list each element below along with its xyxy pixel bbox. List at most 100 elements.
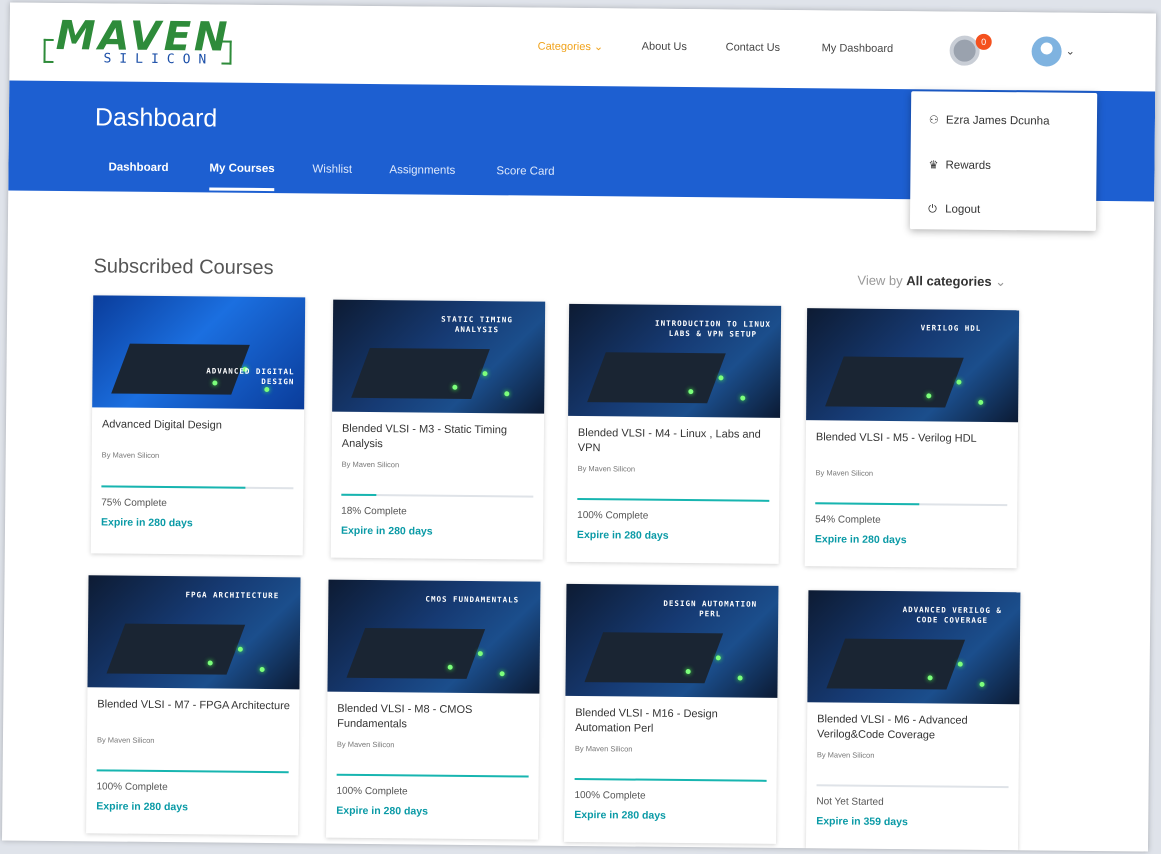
chip-graphic (351, 347, 490, 399)
nav-about-us[interactable]: About Us (642, 41, 687, 61)
course-card[interactable]: INTRODUCTION TO LINUX LABS & VPN SETUP B… (566, 303, 782, 564)
tab-wishlist[interactable]: Wishlist (312, 163, 352, 193)
led-graphic (737, 675, 743, 681)
nav-categories[interactable]: Categories ⌄ (538, 40, 604, 61)
led-graphic (207, 660, 213, 666)
course-card[interactable]: ADVANCED VERILOG & CODE COVERAGE Blended… (805, 590, 1021, 851)
course-title[interactable]: Blended VLSI - M5 - Verilog HDL (816, 430, 1012, 447)
course-status: 100% Complete (336, 785, 408, 798)
progress-fill (336, 773, 529, 778)
menu-item-profile[interactable]: ⚇ Ezra James Dcunha (929, 113, 1050, 127)
course-thumbnail[interactable]: ADVANCED DIGITAL DESIGN (92, 295, 306, 410)
led-graphic (926, 393, 932, 399)
nav-categories-label: Categories (537, 40, 591, 54)
avatar[interactable] (1031, 36, 1062, 67)
course-thumbnail-title: INTRODUCTION TO LINUX LABS & VPN SETUP (655, 318, 771, 339)
nav-contact-us[interactable]: Contact Us (726, 41, 781, 62)
led-graphic (452, 384, 458, 390)
chevron-down-icon: ⌄ (995, 273, 1007, 290)
nav-my-dashboard[interactable]: My Dashboard (822, 42, 894, 63)
course-thumbnail[interactable]: ADVANCED VERILOG & CODE COVERAGE (807, 590, 1021, 705)
course-title[interactable]: Blended VLSI - M7 - FPGA Architecture (97, 697, 293, 714)
user-icon: ⚇ (928, 114, 939, 127)
browser-screen: MAVEN SILICON Categories ⌄ About Us Cont… (2, 2, 1156, 852)
chip-graphic (826, 638, 966, 690)
trophy-icon: ♛ (928, 159, 939, 172)
tab-score-card[interactable]: Score Card (496, 165, 554, 196)
site-header: MAVEN SILICON Categories ⌄ About Us Cont… (9, 2, 1156, 92)
course-title[interactable]: Advanced Digital Design (102, 417, 298, 434)
menu-item-logout[interactable]: ⏻ Logout (928, 203, 980, 217)
user-menu-dropdown: ⚇ Ezra James Dcunha ♛ Rewards ⏻ Logout (909, 91, 1098, 231)
maven-silicon-logo[interactable]: MAVEN SILICON (43, 13, 234, 71)
led-graphic (688, 389, 694, 395)
course-status: 54% Complete (815, 514, 881, 526)
course-thumbnail-title: STATIC TIMING ANALYSIS (441, 314, 513, 335)
led-graphic (956, 379, 962, 385)
course-thumbnail[interactable]: FPGA ARCHITECTURE (87, 575, 301, 690)
led-graphic (504, 391, 510, 397)
course-title[interactable]: Blended VLSI - M16 - Design Automation P… (575, 706, 771, 738)
chip-graphic (584, 632, 724, 684)
led-graphic (978, 399, 984, 405)
course-card[interactable]: STATIC TIMING ANALYSIS Blended VLSI - M3… (330, 299, 546, 560)
tab-assignments[interactable]: Assignments (389, 164, 455, 195)
led-graphic (715, 655, 721, 661)
progress-fill (577, 497, 770, 502)
chevron-down-icon[interactable]: ⌄ (1066, 45, 1075, 58)
led-graphic (259, 666, 265, 672)
course-thumbnail-title: CMOS FUNDAMENTALS (425, 594, 520, 605)
view-by-filter[interactable]: View by All categories ⌄ (857, 273, 1006, 290)
course-expiry: Expire in 359 days (816, 815, 908, 829)
progress-bar (96, 769, 289, 774)
tab-my-courses[interactable]: My Courses (209, 162, 274, 193)
led-graphic (718, 375, 724, 381)
progress-bar (341, 493, 534, 498)
course-expiry: Expire in 280 days (336, 804, 428, 818)
led-graphic (447, 664, 453, 670)
led-graphic (482, 371, 488, 377)
view-by-label: View by (857, 272, 903, 289)
course-thumbnail[interactable]: DESIGN AUTOMATION PERL (565, 583, 779, 698)
course-thumbnail[interactable]: INTRODUCTION TO LINUX LABS & VPN SETUP (568, 303, 782, 418)
led-graphic (740, 395, 746, 401)
course-title[interactable]: Blended VLSI - M3 - Static Timing Analys… (342, 422, 538, 454)
menu-item-profile-label: Ezra James Dcunha (945, 114, 1050, 128)
chip-graphic (825, 356, 964, 408)
menu-item-rewards-label: Rewards (945, 159, 991, 172)
course-card[interactable]: ADVANCED DIGITAL DESIGN Advanced Digital… (90, 295, 306, 556)
course-card[interactable]: DESIGN AUTOMATION PERL Blended VLSI - M1… (564, 583, 779, 844)
progress-bar (336, 773, 529, 778)
led-graphic (979, 681, 985, 687)
course-card[interactable]: VERILOG HDL Blended VLSI - M5 - Verilog … (804, 308, 1020, 569)
course-author: By Maven Silicon (96, 735, 155, 745)
course-title[interactable]: Blended VLSI - M8 - CMOS Fundamentals (337, 702, 533, 734)
course-title[interactable]: Blended VLSI - M6 - Advanced Verilog&Cod… (817, 712, 1013, 744)
led-graphic (957, 661, 963, 667)
chip-graphic (106, 623, 246, 675)
logo-bracket-right (221, 40, 232, 65)
view-by-value: All categories (906, 273, 992, 289)
course-status: 100% Complete (96, 781, 168, 794)
course-thumbnail[interactable]: STATIC TIMING ANALYSIS (332, 299, 546, 414)
led-graphic (237, 646, 243, 652)
course-author: By Maven Silicon (341, 459, 400, 470)
course-thumbnail[interactable]: CMOS FUNDAMENTALS (327, 579, 541, 694)
course-expiry: Expire in 280 days (574, 808, 666, 822)
course-author: By Maven Silicon (577, 463, 636, 474)
course-card[interactable]: CMOS FUNDAMENTALS Blended VLSI - M8 - CM… (326, 579, 541, 840)
course-status: 100% Complete (574, 789, 646, 802)
course-status: 75% Complete (101, 497, 167, 510)
section-title: Subscribed Courses (93, 255, 274, 280)
course-title[interactable]: Blended VLSI - M4 - Linux , Labs and VPN (578, 426, 774, 458)
course-status: Not Yet Started (816, 796, 884, 808)
progress-fill (341, 493, 376, 497)
course-status: 100% Complete (577, 509, 649, 522)
page-title: Dashboard (94, 103, 218, 133)
course-thumbnail[interactable]: VERILOG HDL (806, 308, 1020, 423)
tab-dashboard[interactable]: Dashboard (108, 161, 168, 192)
course-card[interactable]: FPGA ARCHITECTURE Blended VLSI - M7 - FP… (86, 575, 301, 836)
menu-item-rewards[interactable]: ♛ Rewards (928, 158, 991, 172)
progress-fill (101, 485, 246, 489)
course-expiry: Expire in 280 days (101, 516, 193, 530)
